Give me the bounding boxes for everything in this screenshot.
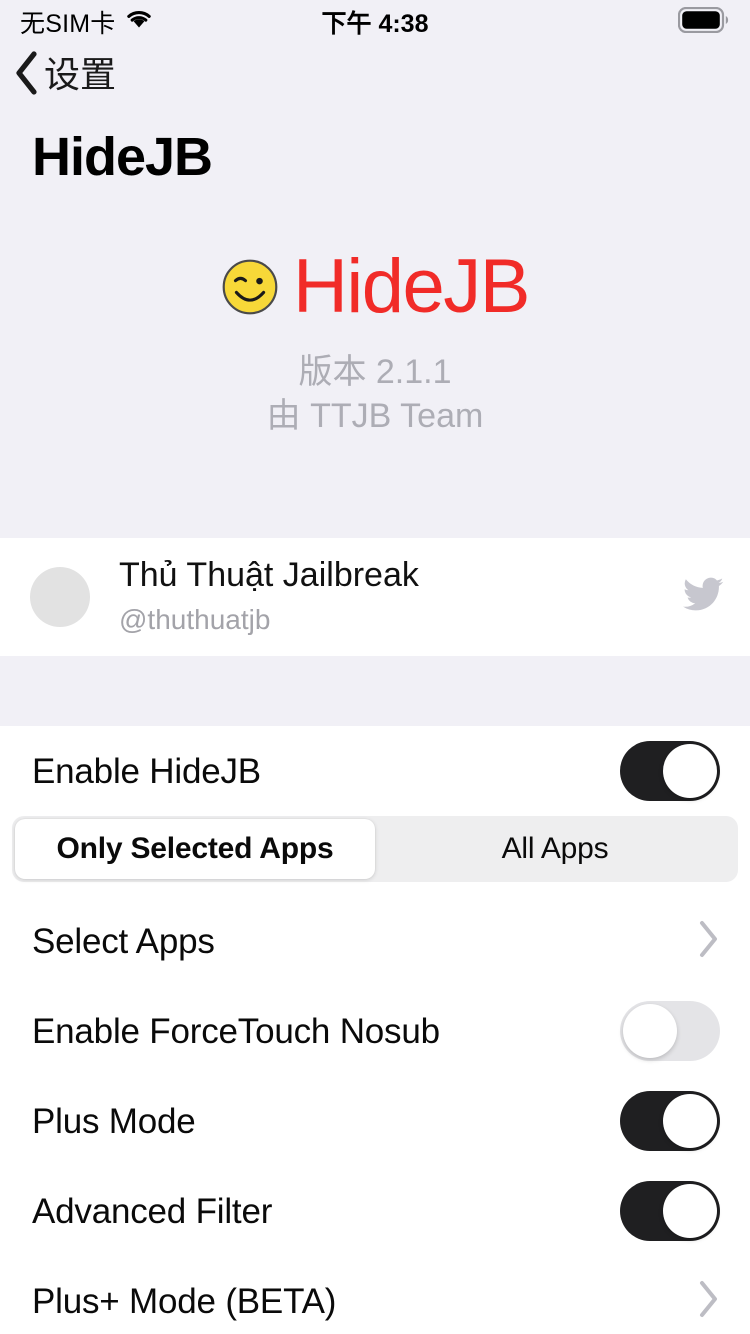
status-bar: 无SIM卡 下午 4:38 (0, 0, 750, 44)
app-version-label: 版本 2.1.1 (298, 353, 452, 392)
setting-row-select-apps[interactable]: Select Apps (0, 896, 750, 986)
toggle-enable-hidejb[interactable] (620, 741, 720, 801)
account-handle: @thuthuatjb (119, 604, 271, 636)
chevron-left-icon (12, 50, 40, 101)
page-title: HideJB (32, 127, 213, 187)
wifi-icon (124, 8, 154, 37)
back-button-label: 设置 (44, 54, 117, 95)
row-accessory (698, 1280, 720, 1323)
carrier-label: 无SIM卡 (20, 10, 116, 38)
group-separator (0, 656, 750, 726)
row-accessory (620, 741, 720, 801)
toggle-knob (663, 744, 717, 798)
setting-label: Advanced Filter (32, 1191, 273, 1231)
twitter-account-row[interactable]: Thủ Thuật Jailbreak @thuthuatjb (0, 538, 750, 656)
settings-screen: 无SIM卡 下午 4:38 设置 HideJB HideJB 版本 2.1.1 … (0, 0, 750, 1334)
setting-row-plus-plus-mode-beta[interactable]: Plus+ Mode (BETA) (0, 1256, 750, 1334)
row-accessory (698, 920, 720, 963)
segmented-bottom-pad (0, 882, 750, 896)
setting-label: Select Apps (32, 921, 215, 961)
toggle-enable-forcetouch-nosub[interactable] (620, 1001, 720, 1061)
chevron-right-icon (698, 1280, 720, 1323)
app-scope-segmented-control[interactable]: Only Selected Apps All Apps (12, 816, 738, 882)
app-brand-name: HideJB (293, 244, 531, 330)
setting-row-enable-forcetouch-nosub[interactable]: Enable ForceTouch Nosub (0, 986, 750, 1076)
setting-row-plus-mode[interactable]: Plus Mode (0, 1076, 750, 1166)
app-author-label: 由 TTJB Team (266, 396, 484, 435)
row-accessory (620, 1181, 720, 1241)
app-brand-line: HideJB (0, 249, 750, 325)
setting-row-advanced-filter[interactable]: Advanced Filter (0, 1166, 750, 1256)
status-bar-left: 无SIM卡 (20, 4, 154, 40)
segmented-control-wrap: Only Selected Apps All Apps (0, 816, 750, 882)
account-name: Thủ Thuật Jailbreak (119, 556, 419, 595)
header-region: 无SIM卡 下午 4:38 设置 HideJB HideJB 版本 2.1.1 … (0, 0, 750, 538)
setting-label: Enable HideJB (32, 751, 261, 791)
toggle-knob (663, 1184, 717, 1238)
winking-face-emoji (221, 258, 279, 316)
toggle-knob (623, 1004, 677, 1058)
account-text: Thủ Thuật Jailbreak @thuthuatjb (119, 555, 419, 638)
twitter-icon[interactable] (682, 577, 724, 618)
settings-list: Enable HideJB Only Selected Apps All App… (0, 726, 750, 1334)
back-button[interactable]: 设置 (12, 50, 116, 101)
setting-row-enable-hidejb[interactable]: Enable HideJB (0, 726, 750, 816)
segment-only-selected-apps[interactable]: Only Selected Apps (15, 819, 375, 879)
toggle-advanced-filter[interactable] (620, 1181, 720, 1241)
setting-label: Plus Mode (32, 1101, 196, 1141)
avatar (30, 567, 90, 627)
segment-all-apps[interactable]: All Apps (375, 819, 735, 879)
toggle-knob (663, 1094, 717, 1148)
battery-full-icon (677, 6, 730, 38)
row-accessory (620, 1001, 720, 1061)
status-bar-right (677, 6, 730, 38)
setting-label: Enable ForceTouch Nosub (32, 1011, 440, 1051)
navigation-bar: 设置 (0, 44, 750, 106)
chevron-right-icon (698, 920, 720, 963)
row-accessory (620, 1091, 720, 1151)
setting-label: Plus+ Mode (BETA) (32, 1281, 337, 1321)
toggle-plus-mode[interactable] (620, 1091, 720, 1151)
app-brand-block: HideJB 版本 2.1.1 由 TTJB Team (0, 249, 750, 438)
